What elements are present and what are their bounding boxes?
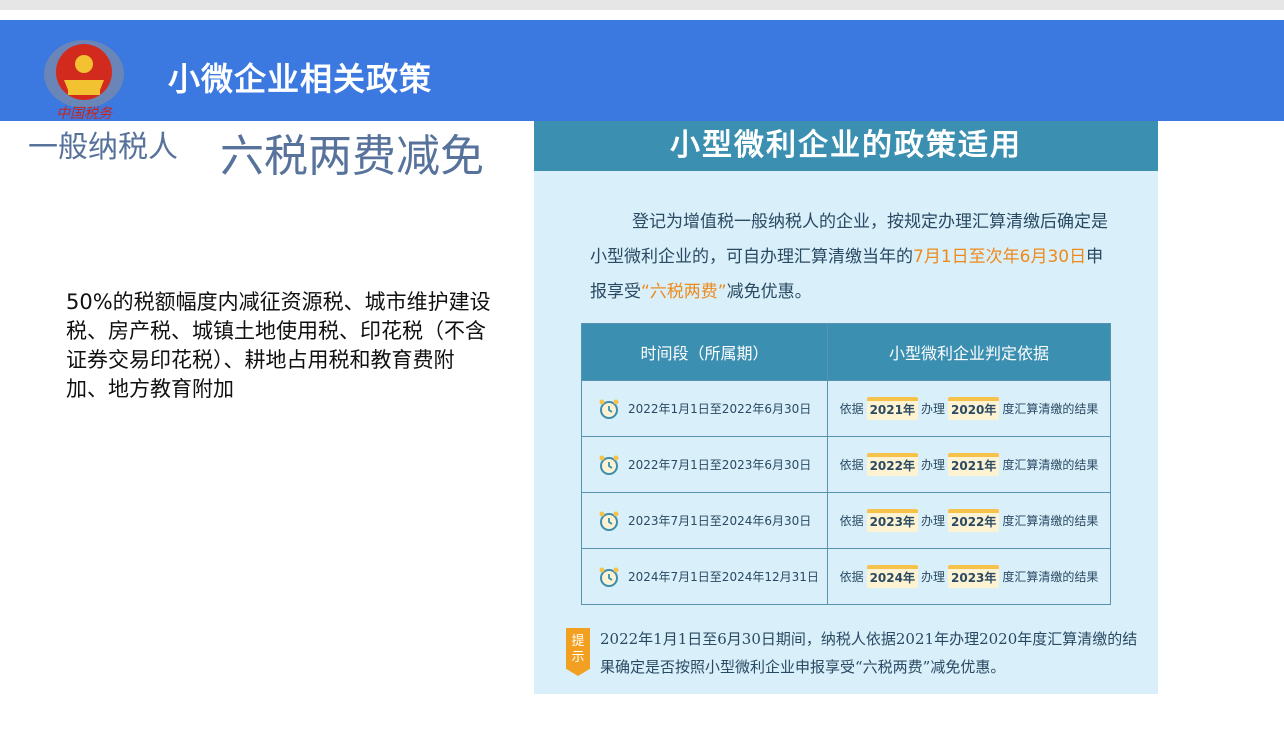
year-badge: 2021年 [948,453,1000,476]
table-header-row: 时间段（所属期） 小型微利企业判定依据 [581,323,1111,381]
policy-tag: 六税两费减免 [220,131,484,182]
period-cell: 2023年7月1日至2024年6月30日 [581,492,828,549]
year-badge: 2020年 [948,397,1000,420]
header-bar: 中国税务 小微企业相关政策 [0,20,1284,122]
taxpayer-tag: 一般纳税人 [28,130,178,165]
basis-cell: 依据 2023年 办理 2022年 度汇算清缴的结果 [827,492,1111,549]
criteria-table: 时间段（所属期） 小型微利企业判定依据 2022年1月1日至2022年6月30日… [581,323,1111,605]
policy-description: 50%的税额幅度内减征资源税、城市维护建设税、房产税、城镇土地使用税、印花税（不… [66,290,491,401]
alarm-clock-icon [599,511,619,531]
poster-title: 小型微利企业的政策适用 [534,121,1158,171]
basis-cell: 依据 2021年 办理 2020年 度汇算清缴的结果 [827,380,1111,437]
year-badge: 2022年 [948,509,1000,532]
table-row: 2023年7月1日至2024年6月30日 依据 2023年 办理 2022年 度汇算清缴… [581,492,1111,549]
year-badge: 2023年 [948,565,1000,588]
page-title: 小微企业相关政策 [168,60,433,98]
slide: 中国税务 小微企业相关政策 一般纳税人 六税两费减免 50%的税额幅度内减征资源… [0,0,1284,730]
year-badge: 2024年 [866,565,919,588]
tax-emblem-icon: 中国税务 [44,40,124,122]
basis-cell: 依据 2022年 办理 2021年 度汇算清缴的结果 [827,436,1111,493]
year-badge: 2023年 [866,509,919,532]
poster-intro: 登记为增值税一般纳税人的企业，按规定办理汇算清缴后确定是小型微利企业的，可自办理… [590,205,1110,310]
table-row: 2022年7月1日至2023年6月30日 依据 2022年 办理 2021年 度汇算清缴… [581,436,1111,493]
table-row: 2024年7月1日至2024年12月31日 依据 2024年 办理 2023年 度汇算清… [581,548,1111,605]
table-row: 2022年1月1日至2022年6月30日 依据 2021年 办理 2020年 度汇算清缴… [581,380,1111,437]
header-basis: 小型微利企业判定依据 [827,323,1111,381]
header-period: 时间段（所属期） [581,323,828,381]
basis-cell: 依据 2024年 办理 2023年 度汇算清缴的结果 [827,548,1111,605]
intro-policy: “六税两费” [641,282,727,302]
alarm-clock-icon [599,455,619,475]
intro-date: 7月1日至次年6月30日 [913,247,1087,267]
alarm-clock-icon [599,567,619,587]
period-cell: 2022年7月1日至2023年6月30日 [581,436,828,493]
tip-badge: 提示 [566,628,590,676]
svg-text:中国税务: 中国税务 [56,106,113,122]
tip-text: 2022年1月1日至6月30日期间，纳税人依据2021年办理2020年度汇算清缴… [600,630,1138,676]
period-cell: 2022年1月1日至2022年6月30日 [581,380,828,437]
policy-poster: 小型微利企业的政策适用 登记为增值税一般纳税人的企业，按规定办理汇算清缴后确定是… [534,121,1158,694]
alarm-clock-icon [599,399,619,419]
year-badge: 2022年 [866,453,919,476]
intro-after: 减免优惠。 [726,282,812,302]
year-badge: 2021年 [866,397,919,420]
period-cell: 2024年7月1日至2024年12月31日 [581,548,828,605]
